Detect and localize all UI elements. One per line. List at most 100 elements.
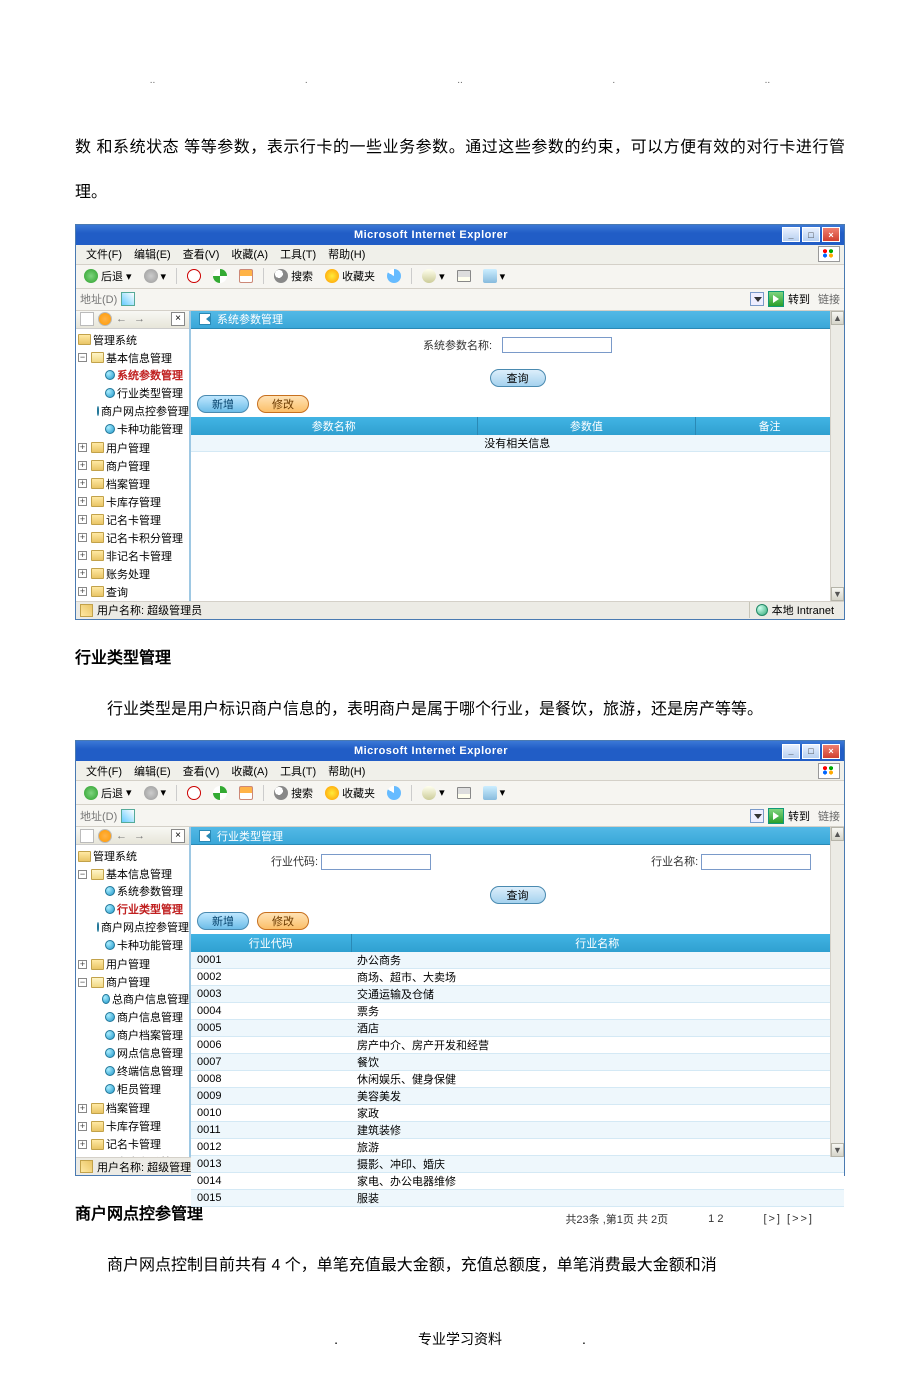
expand-icon[interactable]: − — [78, 978, 87, 987]
stop-button[interactable] — [183, 785, 205, 801]
home-button[interactable] — [235, 268, 257, 284]
table-row[interactable]: 0006房产中介、房产开发和经营 — [191, 1037, 844, 1054]
history-button[interactable] — [383, 268, 405, 284]
table-row[interactable]: 0010家政 — [191, 1105, 844, 1122]
print-button[interactable] — [453, 269, 475, 283]
maximize-button[interactable]: □ — [802, 744, 820, 759]
menu-fav[interactable]: 收藏(A) — [225, 246, 274, 262]
tree-item[interactable]: 卡库存管理 — [106, 494, 161, 510]
tree-item[interactable]: 终端信息管理 — [117, 1063, 183, 1079]
mail-button[interactable]: ▾ — [418, 785, 449, 801]
expand-icon[interactable]: − — [78, 870, 87, 879]
tree-item[interactable]: 行业类型管理 — [117, 901, 183, 917]
tree-tool-2[interactable] — [98, 829, 112, 843]
menu-view[interactable]: 查看(V) — [177, 763, 226, 779]
address-dropdown[interactable] — [750, 292, 764, 306]
menu-view[interactable]: 查看(V) — [177, 246, 226, 262]
tree-tool-1[interactable] — [80, 312, 94, 326]
tree-item[interactable]: 网点信息管理 — [117, 1045, 183, 1061]
tree-item[interactable]: 商户档案管理 — [117, 1027, 183, 1043]
tree-nav-arrows[interactable]: ← → — [116, 313, 167, 325]
go-button[interactable] — [768, 291, 784, 307]
scrollbar[interactable]: ▲ ▼ — [830, 827, 844, 1157]
table-row[interactable]: 0007餐饮 — [191, 1054, 844, 1071]
links-label[interactable]: 链接 — [818, 291, 840, 307]
tree-item[interactable]: 商户管理 — [106, 458, 150, 474]
favorites-button[interactable]: 收藏夹 — [321, 267, 379, 285]
tree-item[interactable]: 卡种功能管理 — [117, 421, 183, 437]
menu-help[interactable]: 帮助(H) — [322, 246, 371, 262]
menu-tools[interactable]: 工具(T) — [274, 246, 322, 262]
modify-button[interactable]: 修改 — [257, 912, 309, 930]
expand-icon[interactable]: + — [78, 443, 87, 452]
tree-item[interactable]: 用户管理 — [106, 440, 150, 456]
close-button[interactable]: × — [822, 744, 840, 759]
expand-icon[interactable]: + — [78, 461, 87, 470]
new-button[interactable]: 新增 — [197, 912, 249, 930]
scroll-down-icon[interactable]: ▼ — [831, 1143, 844, 1157]
table-row[interactable]: 0002商场、超市、大卖场 — [191, 969, 844, 986]
menu-tools[interactable]: 工具(T) — [274, 763, 322, 779]
minimize-button[interactable]: _ — [782, 227, 800, 242]
edit-button[interactable]: ▾ — [479, 268, 510, 284]
tree-root[interactable]: 管理系统 — [93, 848, 137, 864]
search-button[interactable]: 搜索 — [270, 784, 317, 802]
menu-edit[interactable]: 编辑(E) — [128, 246, 177, 262]
modify-button[interactable]: 修改 — [257, 395, 309, 413]
table-row[interactable]: 0008休闲娱乐、健身保健 — [191, 1071, 844, 1088]
col-remark[interactable]: 备注 — [696, 417, 844, 435]
panel-back-icon[interactable] — [199, 830, 211, 842]
address-dropdown[interactable] — [750, 809, 764, 823]
table-row[interactable]: 0014家电、办公电器维修 — [191, 1173, 844, 1190]
tree-item[interactable]: 记名卡管理 — [106, 1136, 161, 1152]
menu-help[interactable]: 帮助(H) — [322, 763, 371, 779]
scroll-up-icon[interactable]: ▲ — [831, 827, 844, 841]
forward-button[interactable]: ▾ — [140, 268, 171, 284]
tree-item[interactable]: 系统参数管理 — [117, 367, 183, 383]
table-row[interactable]: 0005酒店 — [191, 1020, 844, 1037]
tree-item[interactable]: 总商户信息管理 — [112, 991, 189, 1007]
search-button[interactable]: 搜索 — [270, 267, 317, 285]
tree-item[interactable]: 记名卡管理 — [106, 512, 161, 528]
expand-icon[interactable]: + — [78, 497, 87, 506]
expand-icon[interactable]: + — [78, 533, 87, 542]
menu-fav[interactable]: 收藏(A) — [225, 763, 274, 779]
history-button[interactable] — [383, 785, 405, 801]
tree-item[interactable]: 商户网点控参管理 — [101, 919, 189, 935]
tree-item[interactable]: 记名卡积分管理 — [106, 530, 183, 546]
tree-close-button[interactable]: × — [171, 829, 185, 843]
tree-item[interactable]: 基本信息管理 — [106, 866, 172, 882]
table-row[interactable]: 0001办公商务 — [191, 952, 844, 969]
table-row[interactable]: 0012旅游 — [191, 1139, 844, 1156]
go-button[interactable] — [768, 808, 784, 824]
expand-icon[interactable]: + — [78, 551, 87, 560]
tree-item[interactable]: 记名卡积分管理 — [106, 1154, 183, 1157]
titlebar[interactable]: Microsoft Internet Explorer _ □ × — [76, 225, 844, 245]
panel-back-icon[interactable] — [199, 313, 211, 325]
close-button[interactable]: × — [822, 227, 840, 242]
tree-item[interactable]: 基本信息管理 — [106, 350, 172, 366]
menu-file[interactable]: 文件(F) — [80, 246, 128, 262]
tree-item[interactable]: 商户网点控参管理 — [101, 403, 189, 419]
maximize-button[interactable]: □ — [802, 227, 820, 242]
tree-item[interactable]: 卡种功能管理 — [117, 937, 183, 953]
expand-icon[interactable]: + — [78, 1104, 87, 1113]
tree-item[interactable]: 账务处理 — [106, 566, 150, 582]
search-button-form[interactable]: 查询 — [490, 886, 546, 904]
table-row[interactable]: 0003交通运输及仓储 — [191, 986, 844, 1003]
tree-item[interactable]: 用户管理 — [106, 956, 150, 972]
tree-nav-arrows[interactable]: ← → — [116, 830, 167, 842]
table-row[interactable]: 0015服装 — [191, 1190, 844, 1207]
tree-item[interactable]: 行业类型管理 — [117, 385, 183, 401]
param-name-input[interactable] — [502, 337, 612, 353]
expand-icon[interactable]: + — [78, 515, 87, 524]
tree-item[interactable]: 商户管理 — [106, 974, 150, 990]
favorites-button[interactable]: 收藏夹 — [321, 784, 379, 802]
back-button[interactable]: 后退 ▾ — [80, 784, 136, 802]
menu-edit[interactable]: 编辑(E) — [128, 763, 177, 779]
back-button[interactable]: 后退 ▾ — [80, 267, 136, 285]
scrollbar[interactable]: ▲ ▼ — [830, 311, 844, 601]
code-input[interactable] — [321, 854, 431, 870]
pager-next[interactable]: [>] [>>] — [763, 1213, 814, 1225]
expand-icon[interactable]: + — [78, 1140, 87, 1149]
